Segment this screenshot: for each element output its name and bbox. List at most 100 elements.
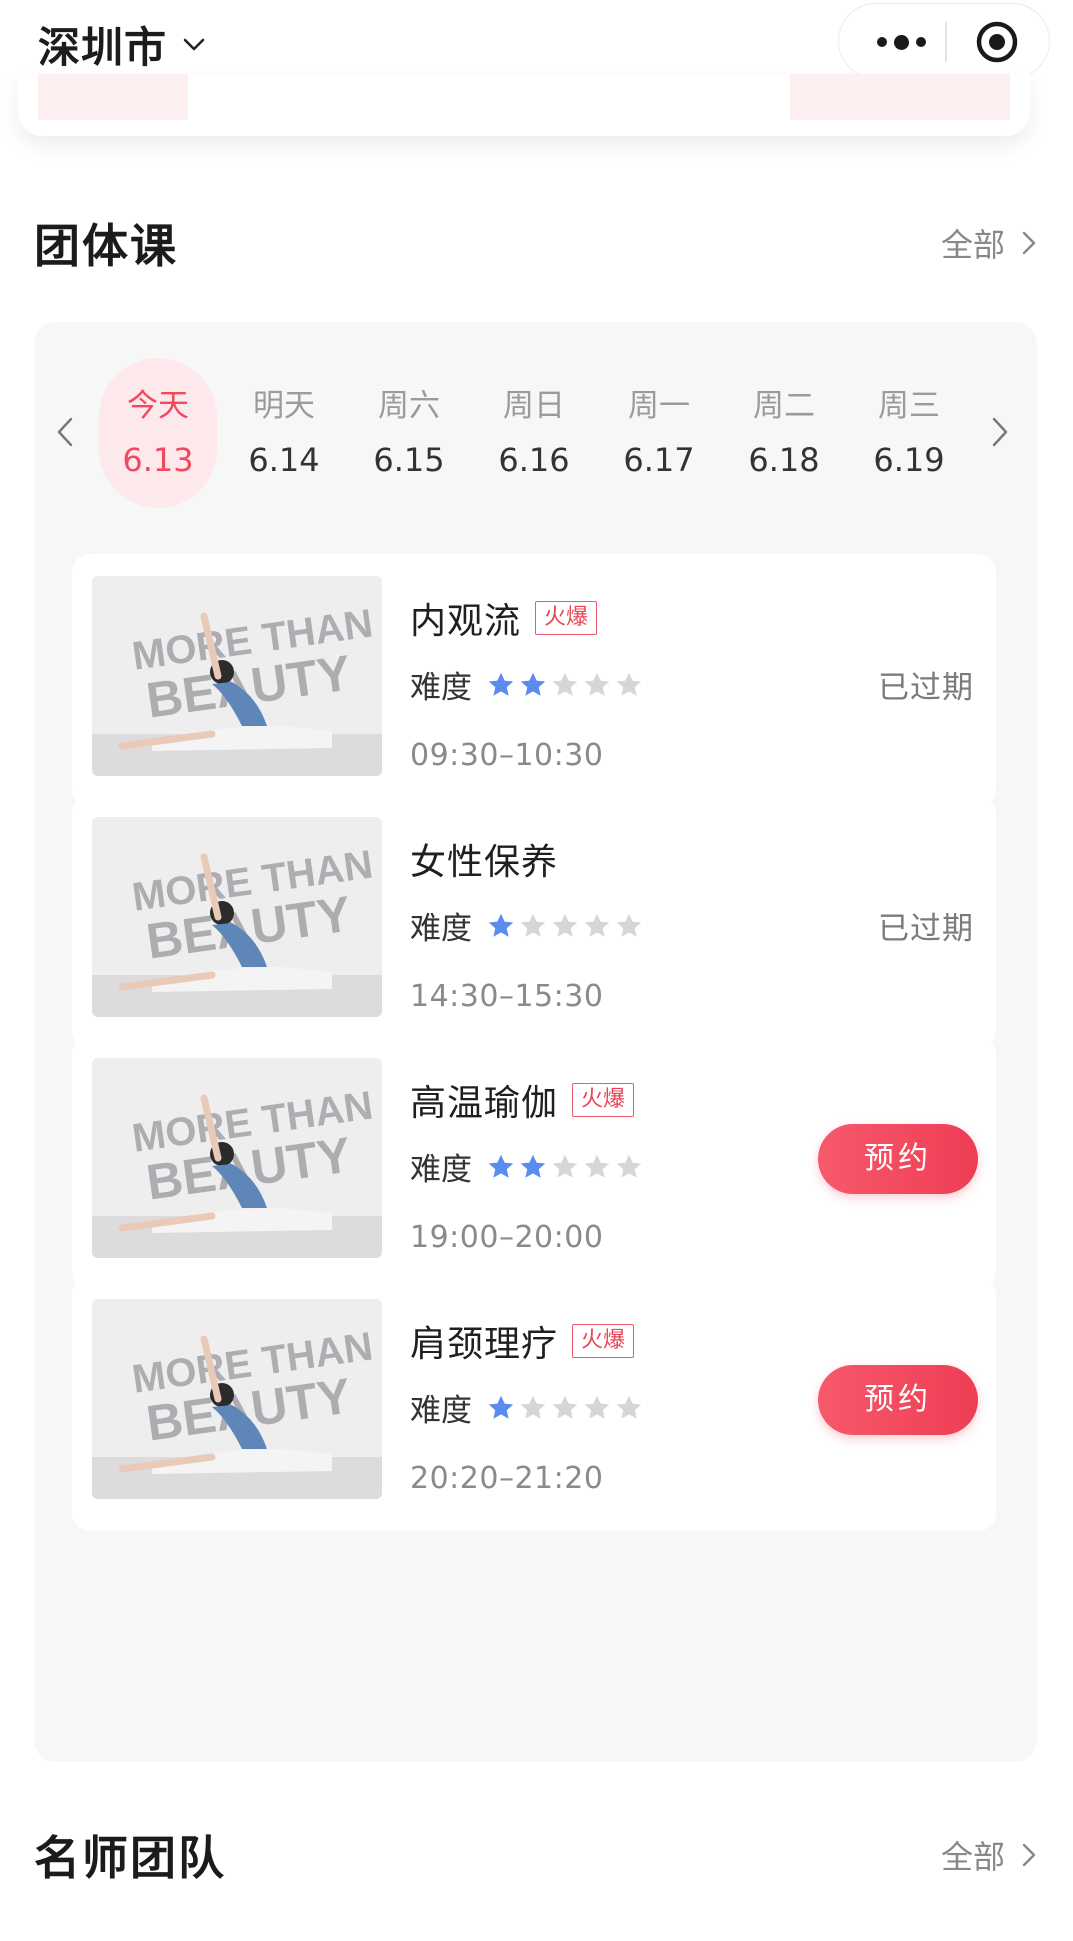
chevron-right-icon [1022, 231, 1036, 255]
course-card[interactable]: MORE THAN BEAUTY 女性保养 难度 14:30–15:30 已过期 [72, 795, 996, 1049]
date-day: 今天 [127, 388, 189, 424]
date-number: 6.13 [122, 441, 194, 479]
date-number: 6.17 [623, 441, 695, 479]
chevron-down-icon [183, 38, 205, 50]
star-icon [616, 913, 642, 937]
capsule-divider [945, 22, 947, 62]
date-day: 周三 [878, 388, 940, 424]
course-time: 20:20–21:20 [410, 1461, 604, 1496]
city-label: 深圳市 [38, 23, 168, 72]
date-day: 周日 [503, 388, 565, 424]
star-icon [584, 1154, 610, 1178]
date-tab[interactable]: 周三 6.19 [850, 358, 968, 508]
star-icon [616, 1395, 642, 1419]
star-icon [520, 672, 546, 696]
star-icon [488, 913, 514, 937]
date-tab[interactable]: 周一 6.17 [600, 358, 718, 508]
course-title-row: 内观流 火爆 [410, 592, 598, 644]
star-icon [488, 1395, 514, 1419]
star-icon [616, 672, 642, 696]
hot-badge: 火爆 [535, 601, 598, 635]
star-icon [584, 1395, 610, 1419]
course-card[interactable]: MORE THAN BEAUTY 肩颈理疗 火爆 难度 20:20–21:20 … [72, 1277, 996, 1531]
chevron-right-icon[interactable] [989, 413, 1011, 451]
star-icon [488, 1154, 514, 1178]
course-thumbnail: MORE THAN BEAUTY [92, 576, 382, 776]
view-all-link[interactable]: 全部 [941, 220, 1039, 266]
difficulty-rating: 难度 [410, 662, 644, 707]
date-day: 周六 [378, 388, 440, 424]
banner-remnant [18, 74, 1030, 136]
date-day: 明天 [253, 388, 315, 424]
course-card[interactable]: MORE THAN BEAUTY 内观流 火爆 难度 09:30–10:30 已… [72, 554, 996, 808]
date-tab[interactable]: 今天 6.13 [99, 358, 217, 508]
difficulty-rating: 难度 [410, 1385, 644, 1430]
date-number: 6.16 [498, 441, 570, 479]
star-rating [486, 670, 644, 700]
course-thumbnail: MORE THAN BEAUTY [92, 1299, 382, 1499]
difficulty-label: 难度 [410, 1393, 472, 1429]
teachers-header: 名师团队 全部 [34, 1822, 1039, 1892]
date-tab[interactable]: 周六 6.15 [350, 358, 468, 508]
view-all-label: 全部 [940, 1838, 1005, 1876]
course-title: 内观流 [410, 601, 522, 642]
difficulty-rating: 难度 [410, 1144, 644, 1189]
date-number: 6.15 [373, 441, 445, 479]
course-thumbnail: MORE THAN BEAUTY [92, 1058, 382, 1258]
star-icon [488, 672, 514, 696]
date-day: 周二 [753, 388, 815, 424]
star-icon [520, 913, 546, 937]
date-tab[interactable]: 周二 6.18 [725, 358, 843, 508]
course-card[interactable]: MORE THAN BEAUTY 高温瑜伽 火爆 难度 19:00–20:00 … [72, 1036, 996, 1290]
star-icon [520, 1154, 546, 1178]
date-selector: 今天 6.13 明天 6.14 周六 6.15 周日 6.16 周一 6.17 … [34, 358, 1037, 508]
book-button[interactable]: 预约 [818, 1124, 978, 1194]
star-icon [552, 1395, 578, 1419]
star-rating [486, 1393, 644, 1423]
difficulty-label: 难度 [410, 1152, 472, 1188]
section-title: 团体课 [34, 219, 178, 273]
view-all-link[interactable]: 全部 [941, 1832, 1039, 1878]
target-circle-icon[interactable] [973, 18, 1021, 66]
course-title: 肩颈理疗 [410, 1324, 559, 1365]
hot-badge: 火爆 [572, 1324, 635, 1358]
mini-program-capsule [838, 3, 1050, 79]
section-title: 名师团队 [34, 1831, 226, 1885]
date-tab[interactable]: 周日 6.16 [475, 358, 593, 508]
star-icon [584, 913, 610, 937]
date-day: 周一 [628, 388, 690, 424]
date-tab[interactable]: 明天 6.14 [225, 358, 343, 508]
city-selector[interactable]: 深圳市 [38, 14, 207, 75]
difficulty-rating: 难度 [410, 903, 644, 948]
star-icon [552, 672, 578, 696]
course-time: 09:30–10:30 [410, 738, 604, 773]
book-button[interactable]: 预约 [818, 1365, 978, 1435]
date-number: 6.19 [873, 441, 945, 479]
course-thumbnail: MORE THAN BEAUTY [92, 817, 382, 1017]
course-title: 女性保养 [410, 842, 559, 883]
course-title-row: 高温瑜伽 火爆 [410, 1074, 635, 1126]
star-icon [584, 672, 610, 696]
star-icon [520, 1395, 546, 1419]
hot-badge: 火爆 [572, 1083, 635, 1117]
course-title-row: 女性保养 [410, 833, 558, 885]
star-icon [552, 913, 578, 937]
star-rating [486, 1152, 644, 1182]
course-title-row: 肩颈理疗 火爆 [410, 1315, 635, 1367]
view-all-label: 全部 [940, 226, 1005, 264]
expired-status: 已过期 [878, 911, 974, 947]
more-dots-icon[interactable] [861, 4, 941, 80]
group-class-header: 团体课 全部 [34, 210, 1039, 280]
star-icon [616, 1154, 642, 1178]
date-number: 6.18 [748, 441, 820, 479]
course-time: 19:00–20:00 [410, 1220, 604, 1255]
course-title: 高温瑜伽 [410, 1083, 559, 1124]
chevron-left-icon[interactable] [54, 413, 76, 451]
chevron-right-icon [1022, 1843, 1036, 1867]
difficulty-label: 难度 [410, 911, 472, 947]
star-icon [552, 1154, 578, 1178]
date-number: 6.14 [248, 441, 320, 479]
expired-status: 已过期 [878, 670, 974, 706]
course-time: 14:30–15:30 [410, 979, 604, 1014]
star-rating [486, 911, 644, 941]
